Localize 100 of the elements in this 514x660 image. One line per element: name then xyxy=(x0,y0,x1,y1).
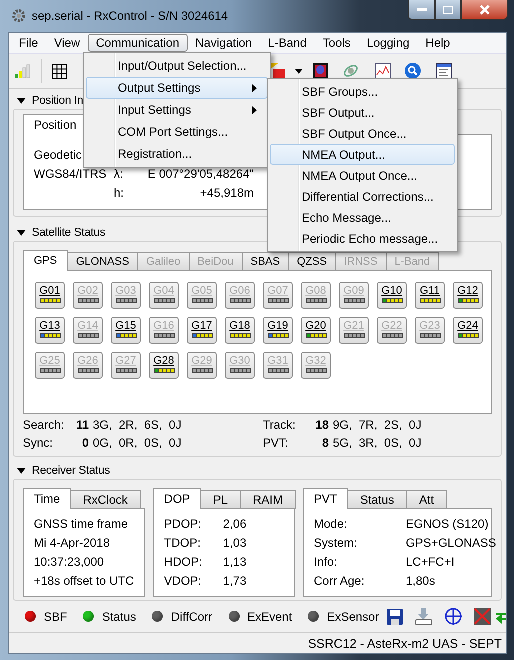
indicator-label: SBF xyxy=(44,610,68,624)
indicator-label: ExEvent xyxy=(248,610,292,624)
tab[interactable]: RxClock xyxy=(70,490,141,509)
satellite-button[interactable]: G15 xyxy=(111,317,141,344)
menu-item[interactable]: Tools xyxy=(314,34,359,52)
field-label: Mode: xyxy=(314,517,348,531)
menu-item[interactable]: Periodic Echo message... xyxy=(270,228,455,249)
menu-item[interactable]: Echo Message... xyxy=(270,207,455,228)
menu-item[interactable]: Logging xyxy=(358,34,418,52)
satellite-button[interactable]: G24 xyxy=(453,317,483,344)
section-heading: Satellite Status xyxy=(32,227,106,239)
signal-meter-icon xyxy=(268,333,288,338)
satellite-button[interactable]: G11 xyxy=(415,282,445,309)
maximize-button[interactable] xyxy=(435,0,461,20)
field-value: EGNOS (S120) xyxy=(406,517,489,531)
signal-meter-icon xyxy=(154,368,174,373)
signal-meter-icon xyxy=(192,333,212,338)
count-total: 0 xyxy=(81,436,89,452)
signal-bars-icon[interactable] xyxy=(15,64,31,78)
chart-icon[interactable] xyxy=(375,63,391,79)
close-button[interactable] xyxy=(461,0,508,20)
satellite-button[interactable]: G28 xyxy=(149,352,179,379)
menu-item[interactable]: L-Band xyxy=(260,34,315,52)
tab[interactable]: Status xyxy=(347,490,408,509)
field-value: GPS+GLONASS xyxy=(406,536,496,550)
menu-item[interactable]: Input Settings xyxy=(86,99,268,121)
tab[interactable]: QZSS xyxy=(288,252,336,271)
menu-item[interactable]: Output Settings xyxy=(86,77,268,99)
submenu-arrow-icon xyxy=(252,106,257,114)
signal-meter-icon xyxy=(230,368,250,373)
satellite-button[interactable]: G20 xyxy=(301,317,331,344)
tab[interactable]: RAIM xyxy=(240,490,296,509)
count-detail: 5G, 3R, 0S, 0J xyxy=(333,436,422,452)
satellite-button[interactable]: G01 xyxy=(35,282,65,309)
count-label: Track: xyxy=(263,418,296,434)
tab[interactable]: SBAS xyxy=(242,252,290,271)
menu-item[interactable]: SBF Output... xyxy=(270,102,455,123)
field-label: VDOP: xyxy=(164,574,202,588)
tab[interactable]: Att xyxy=(406,490,448,509)
satellite-button[interactable]: G12 xyxy=(453,282,483,309)
record-icon[interactable] xyxy=(313,63,328,79)
tab[interactable]: DOP xyxy=(153,488,202,509)
caret-icon[interactable] xyxy=(295,68,303,74)
minimize-button[interactable] xyxy=(408,0,435,20)
satellite-icon[interactable] xyxy=(343,63,359,79)
menu-item[interactable]: NMEA Output Once... xyxy=(270,165,455,186)
count-detail: 0G, 0R, 0S, 0J xyxy=(93,436,182,452)
satellite-button[interactable]: G13 xyxy=(35,317,65,344)
color-swatch-icon[interactable] xyxy=(271,63,285,79)
tab[interactable]: PL xyxy=(200,490,241,509)
menu-item[interactable]: SBF Output Once... xyxy=(270,123,455,144)
menu-item[interactable]: Input/Output Selection... xyxy=(86,55,268,77)
signal-meter-icon xyxy=(268,368,288,373)
satellite-button[interactable]: G19 xyxy=(263,317,293,344)
satellite-button[interactable]: G18 xyxy=(225,317,255,344)
menu-item[interactable]: Navigation xyxy=(188,34,260,52)
info-line: 10:37:23,000 xyxy=(34,555,106,569)
submenu-arrow-icon xyxy=(252,84,257,92)
menu-item[interactable]: Communication xyxy=(88,34,188,52)
field-value: 1,13 xyxy=(223,555,247,569)
menu-item[interactable]: COM Port Settings... xyxy=(86,121,268,143)
signal-meter-icon xyxy=(116,333,136,338)
grid-icon[interactable] xyxy=(52,64,67,78)
crosshair-icon[interactable] xyxy=(445,608,462,625)
field-value: 1,80s xyxy=(406,574,436,588)
menu-item[interactable]: NMEA Output... xyxy=(270,144,455,165)
label: h: xyxy=(114,186,124,202)
info-line: GNSS time frame xyxy=(34,517,130,531)
menu-item[interactable]: View xyxy=(46,34,88,52)
window-icon[interactable] xyxy=(436,62,452,80)
menu-item[interactable]: Help xyxy=(418,34,458,52)
menu-item[interactable]: File xyxy=(11,34,46,52)
info-line: +18s offset to UTC xyxy=(34,574,134,588)
field-label: HDOP: xyxy=(164,555,202,569)
tab[interactable]: Time xyxy=(23,488,72,509)
maximize-icon xyxy=(443,6,453,14)
menu-item[interactable]: SBF Groups... xyxy=(270,81,455,102)
menu-item[interactable]: Differential Corrections... xyxy=(270,186,455,207)
collapse-triangle-icon[interactable] xyxy=(17,468,26,474)
satellite-button[interactable]: G17 xyxy=(187,317,217,344)
status-text: SSRC12 - AsteRx-m2 UAS - SEPT xyxy=(308,636,502,650)
field-label: Corr Age: xyxy=(314,574,365,588)
satellite-button[interactable]: G10 xyxy=(377,282,407,309)
signal-meter-icon xyxy=(344,333,364,338)
indicator-label: DiffCorr xyxy=(171,610,212,624)
save-icon[interactable] xyxy=(387,608,404,624)
tab[interactable]: GLONASS xyxy=(67,252,138,271)
tab[interactable]: GPS xyxy=(23,250,68,271)
tab[interactable]: PVT xyxy=(303,488,348,509)
menu-item[interactable]: Registration... xyxy=(86,143,268,165)
count-total: 18 xyxy=(314,418,329,434)
collapse-triangle-icon[interactable] xyxy=(17,230,26,236)
download-icon[interactable] xyxy=(415,608,434,625)
disconnect-icon[interactable] xyxy=(474,608,492,625)
signal-meter-icon xyxy=(382,333,402,338)
signal-meter-icon xyxy=(382,298,402,303)
collapse-triangle-icon[interactable] xyxy=(17,98,26,104)
signal-meter-icon xyxy=(344,298,364,303)
info-line: Mi 4-Apr-2018 xyxy=(34,536,112,550)
search-icon[interactable] xyxy=(405,63,421,79)
